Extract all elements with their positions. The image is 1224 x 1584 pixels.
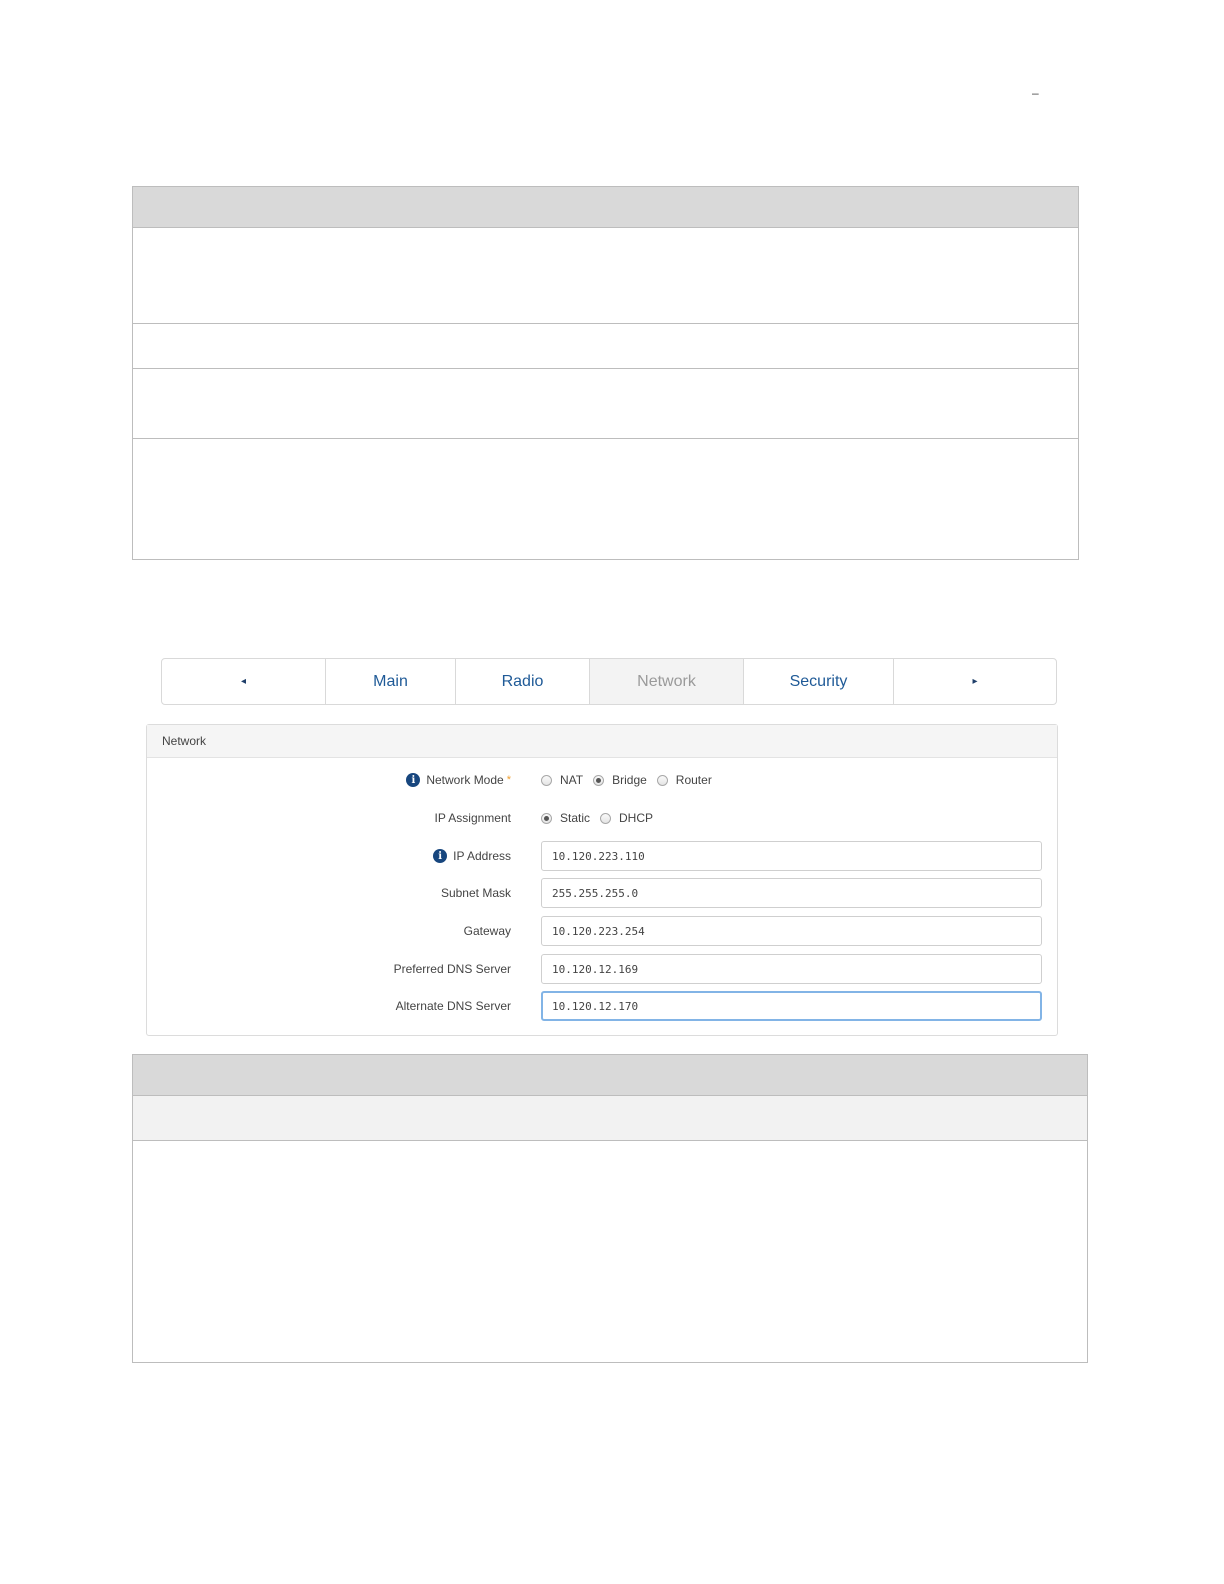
- table-row: [133, 324, 1078, 369]
- ip-assignment-static[interactable]: Static: [541, 811, 590, 825]
- tab-network[interactable]: Network: [590, 659, 744, 704]
- radio-label: Static: [560, 811, 591, 825]
- subnet-mask-label-text: Subnet Mask: [440, 886, 511, 900]
- radio-label: Router: [675, 773, 712, 787]
- radio-button[interactable]: [600, 812, 612, 824]
- triangle-right-icon: ▸: [972, 676, 978, 687]
- gateway-label-text: Gateway: [463, 924, 511, 938]
- network-mode-label: i Network Mode *: [406, 765, 511, 795]
- gateway-label: Gateway: [464, 916, 511, 946]
- table-subheader-row: [133, 1096, 1087, 1141]
- alternate-dns-row: Alternate DNS Server: [147, 991, 1057, 1021]
- network-mode-row: i Network Mode * NAT Bridge Router: [147, 765, 1057, 795]
- ip-assignment-label-text: IP Assignment: [434, 811, 512, 825]
- tab-prev[interactable]: ◂: [162, 659, 326, 704]
- required-marker: *: [506, 774, 511, 786]
- ip-address-label: i IP Address: [433, 841, 511, 871]
- subnet-mask-input[interactable]: [541, 878, 1042, 908]
- ip-assignment-row: IP Assignment Static DHCP: [147, 803, 1057, 833]
- radio-label: DHCP: [619, 811, 654, 825]
- radio-label: Bridge: [612, 773, 647, 787]
- document-table-top: [132, 186, 1079, 560]
- ip-assignment-dhcp[interactable]: DHCP: [600, 811, 653, 825]
- gateway-row: Gateway: [147, 916, 1057, 946]
- info-icon[interactable]: i: [406, 773, 421, 787]
- ip-address-input[interactable]: [541, 841, 1042, 871]
- tab-main[interactable]: Main: [326, 659, 456, 704]
- table-row: [133, 369, 1078, 439]
- panel-title: Network: [147, 725, 1057, 758]
- network-panel: Network i Network Mode * NAT Bridge Rout…: [146, 724, 1058, 1036]
- alternate-dns-label: Alternate DNS Server: [396, 991, 511, 1021]
- tab-next[interactable]: ▸: [894, 659, 1056, 704]
- gateway-input[interactable]: [541, 916, 1042, 946]
- alternate-dns-input[interactable]: [541, 991, 1042, 1021]
- ip-assignment-radio-group: Static DHCP: [541, 811, 663, 825]
- alternate-dns-label-text: Alternate DNS Server: [395, 999, 511, 1013]
- preferred-dns-label-text: Preferred DNS Server: [393, 962, 511, 976]
- page-mark: –: [1032, 86, 1039, 100]
- ip-assignment-label: IP Assignment: [435, 803, 512, 833]
- tab-security[interactable]: Security: [744, 659, 894, 704]
- tab-radio[interactable]: Radio: [456, 659, 590, 704]
- preferred-dns-row: Preferred DNS Server: [147, 954, 1057, 984]
- radio-button-selected[interactable]: [541, 812, 552, 824]
- subnet-mask-row: Subnet Mask: [147, 878, 1057, 908]
- ip-address-label-text: IP Address: [453, 849, 511, 863]
- preferred-dns-input[interactable]: [541, 954, 1042, 984]
- table-header-row: [133, 1055, 1087, 1096]
- subnet-mask-label: Subnet Mask: [441, 878, 511, 908]
- radio-button[interactable]: [541, 774, 552, 786]
- radio-button-selected[interactable]: [593, 774, 605, 786]
- config-tab-bar: ◂ Main Radio Network Security ▸: [161, 658, 1057, 705]
- table-row: [133, 1141, 1087, 1362]
- info-icon[interactable]: i: [433, 849, 448, 863]
- network-mode-label-text: Network Mode: [426, 773, 504, 787]
- network-mode-radio-group: NAT Bridge Router: [541, 773, 722, 787]
- preferred-dns-label: Preferred DNS Server: [394, 954, 511, 984]
- table-row: [133, 228, 1078, 324]
- table-row: [133, 439, 1078, 559]
- network-mode-bridge[interactable]: Bridge: [593, 773, 647, 787]
- document-table-bottom: [132, 1054, 1088, 1363]
- ip-address-row: i IP Address: [147, 841, 1057, 871]
- table-header-row: [133, 187, 1078, 228]
- radio-label: NAT: [560, 773, 584, 787]
- network-mode-nat[interactable]: NAT: [541, 773, 583, 787]
- triangle-left-icon: ◂: [240, 676, 247, 687]
- radio-button[interactable]: [656, 774, 668, 786]
- network-mode-router[interactable]: Router: [656, 773, 712, 787]
